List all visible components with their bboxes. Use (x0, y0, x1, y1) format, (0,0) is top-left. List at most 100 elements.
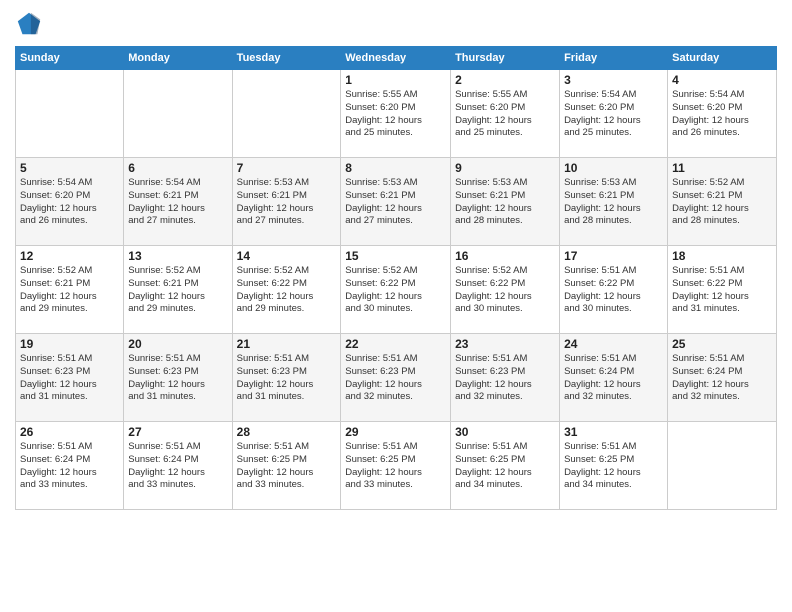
weekday-header: Thursday (451, 47, 560, 70)
page-container: SundayMondayTuesdayWednesdayThursdayFrid… (0, 0, 792, 520)
weekday-header: Wednesday (341, 47, 451, 70)
calendar-cell: 3Sunrise: 5:54 AM Sunset: 6:20 PM Daylig… (560, 70, 668, 158)
day-info: Sunrise: 5:51 AM Sunset: 6:24 PM Dayligh… (564, 353, 663, 404)
calendar-cell: 30Sunrise: 5:51 AM Sunset: 6:25 PM Dayli… (451, 422, 560, 510)
calendar-cell (16, 70, 124, 158)
day-number: 16 (455, 249, 555, 263)
day-number: 21 (237, 337, 337, 351)
day-number: 6 (128, 161, 227, 175)
day-number: 20 (128, 337, 227, 351)
day-info: Sunrise: 5:53 AM Sunset: 6:21 PM Dayligh… (345, 177, 446, 228)
day-number: 27 (128, 425, 227, 439)
calendar-cell: 6Sunrise: 5:54 AM Sunset: 6:21 PM Daylig… (124, 158, 232, 246)
calendar-cell: 29 Sunrise: 5:51 AM Sunset: 6:25 PM Dayli… (341, 422, 451, 510)
day-info: Sunrise: 5:51 AM Sunset: 6:25 PM Dayligh… (564, 441, 663, 492)
day-info: Sunrise: 5:51 AM Sunset: 6:25 PM Dayligh… (345, 441, 446, 492)
day-number: 13 (128, 249, 227, 263)
day-info: Sunrise: 5:52 AM Sunset: 6:22 PM Dayligh… (345, 265, 446, 316)
calendar-cell: 7 Sunrise: 5:53 AM Sunset: 6:21 PM Daylig… (232, 158, 341, 246)
day-number: 17 (564, 249, 663, 263)
calendar-week-row: 12 Sunrise: 5:52 AM Sunset: 6:21 PM Dayli… (16, 246, 777, 334)
calendar-cell: 13Sunrise: 5:52 AM Sunset: 6:21 PM Dayli… (124, 246, 232, 334)
day-number: 23 (455, 337, 555, 351)
weekday-row: SundayMondayTuesdayWednesdayThursdayFrid… (16, 47, 777, 70)
calendar-cell: 12 Sunrise: 5:52 AM Sunset: 6:21 PM Dayli… (16, 246, 124, 334)
day-info: Sunrise: 5:51 AM Sunset: 6:24 PM Dayligh… (128, 441, 227, 492)
calendar-cell: 25 Sunrise: 5:51 AM Sunset: 6:24 PM Dayli… (668, 334, 777, 422)
day-number: 19 (20, 337, 119, 351)
calendar-cell: 14Sunrise: 5:52 AM Sunset: 6:22 PM Dayli… (232, 246, 341, 334)
calendar-cell (232, 70, 341, 158)
day-info: Sunrise: 5:51 AM Sunset: 6:23 PM Dayligh… (455, 353, 555, 404)
calendar-week-row: 19 Sunrise: 5:51 AM Sunset: 6:23 PM Dayli… (16, 334, 777, 422)
calendar-cell (668, 422, 777, 510)
day-number: 1 (345, 73, 446, 87)
day-info: Sunrise: 5:51 AM Sunset: 6:22 PM Dayligh… (564, 265, 663, 316)
day-number: 12 (20, 249, 119, 263)
day-number: 8 (345, 161, 446, 175)
day-number: 9 (455, 161, 555, 175)
calendar-cell: 26Sunrise: 5:51 AM Sunset: 6:24 PM Dayli… (16, 422, 124, 510)
day-number: 15 (345, 249, 446, 263)
weekday-header: Friday (560, 47, 668, 70)
calendar: SundayMondayTuesdayWednesdayThursdayFrid… (15, 46, 777, 510)
logo (15, 10, 45, 38)
day-number: 28 (237, 425, 337, 439)
day-number: 22 (345, 337, 446, 351)
calendar-cell: 28 Sunrise: 5:51 AM Sunset: 6:25 PM Dayli… (232, 422, 341, 510)
day-number: 25 (672, 337, 772, 351)
calendar-header: SundayMondayTuesdayWednesdayThursdayFrid… (16, 47, 777, 70)
day-number: 11 (672, 161, 772, 175)
day-info: Sunrise: 5:54 AM Sunset: 6:20 PM Dayligh… (20, 177, 119, 228)
calendar-week-row: 1 Sunrise: 5:55 AM Sunset: 6:20 PM Daylig… (16, 70, 777, 158)
day-info: Sunrise: 5:53 AM Sunset: 6:21 PM Dayligh… (237, 177, 337, 228)
day-info: Sunrise: 5:51 AM Sunset: 6:24 PM Dayligh… (672, 353, 772, 404)
calendar-cell: 4 Sunrise: 5:54 AM Sunset: 6:20 PM Daylig… (668, 70, 777, 158)
day-info: Sunrise: 5:51 AM Sunset: 6:23 PM Dayligh… (128, 353, 227, 404)
calendar-cell: 22 Sunrise: 5:51 AM Sunset: 6:23 PM Dayli… (341, 334, 451, 422)
day-info: Sunrise: 5:55 AM Sunset: 6:20 PM Dayligh… (345, 89, 446, 140)
calendar-cell: 27 Sunrise: 5:51 AM Sunset: 6:24 PM Dayli… (124, 422, 232, 510)
calendar-cell: 5 Sunrise: 5:54 AM Sunset: 6:20 PM Daylig… (16, 158, 124, 246)
day-info: Sunrise: 5:52 AM Sunset: 6:22 PM Dayligh… (237, 265, 337, 316)
calendar-cell: 18 Sunrise: 5:51 AM Sunset: 6:22 PM Dayli… (668, 246, 777, 334)
day-info: Sunrise: 5:52 AM Sunset: 6:22 PM Dayligh… (455, 265, 555, 316)
day-info: Sunrise: 5:51 AM Sunset: 6:22 PM Dayligh… (672, 265, 772, 316)
calendar-week-row: 26 Sunrise: 5:51 AM Sunset: 6:24 PM Dayli… (16, 422, 777, 510)
day-info: Sunrise: 5:54 AM Sunset: 6:20 PM Dayligh… (672, 89, 772, 140)
calendar-cell: 16 Sunrise: 5:52 AM Sunset: 6:22 PM Dayli… (451, 246, 560, 334)
day-info: Sunrise: 5:51 AM Sunset: 6:25 PM Dayligh… (237, 441, 337, 492)
calendar-week-row: 5 Sunrise: 5:54 AM Sunset: 6:20 PM Daylig… (16, 158, 777, 246)
calendar-cell: 31Sunrise: 5:51 AM Sunset: 6:25 PM Dayli… (560, 422, 668, 510)
calendar-cell: 17 Sunrise: 5:51 AM Sunset: 6:22 PM Dayli… (560, 246, 668, 334)
weekday-header: Monday (124, 47, 232, 70)
calendar-cell (124, 70, 232, 158)
day-number: 7 (237, 161, 337, 175)
calendar-cell: 1 Sunrise: 5:55 AM Sunset: 6:20 PM Daylig… (341, 70, 451, 158)
day-info: Sunrise: 5:53 AM Sunset: 6:21 PM Dayligh… (564, 177, 663, 228)
calendar-cell: 21 Sunrise: 5:51 AM Sunset: 6:23 PM Dayli… (232, 334, 341, 422)
calendar-cell: 15 Sunrise: 5:52 AM Sunset: 6:22 PM Dayli… (341, 246, 451, 334)
calendar-cell: 23 Sunrise: 5:51 AM Sunset: 6:23 PM Dayli… (451, 334, 560, 422)
day-number: 18 (672, 249, 772, 263)
header (15, 10, 777, 38)
day-info: Sunrise: 5:51 AM Sunset: 6:25 PM Dayligh… (455, 441, 555, 492)
day-info: Sunrise: 5:52 AM Sunset: 6:21 PM Dayligh… (672, 177, 772, 228)
day-number: 2 (455, 73, 555, 87)
day-number: 29 (345, 425, 446, 439)
weekday-header: Saturday (668, 47, 777, 70)
day-info: Sunrise: 5:51 AM Sunset: 6:23 PM Dayligh… (345, 353, 446, 404)
day-info: Sunrise: 5:55 AM Sunset: 6:20 PM Dayligh… (455, 89, 555, 140)
day-number: 5 (20, 161, 119, 175)
day-info: Sunrise: 5:52 AM Sunset: 6:21 PM Dayligh… (20, 265, 119, 316)
calendar-body: 1 Sunrise: 5:55 AM Sunset: 6:20 PM Daylig… (16, 70, 777, 510)
day-info: Sunrise: 5:51 AM Sunset: 6:23 PM Dayligh… (20, 353, 119, 404)
logo-icon (15, 10, 43, 38)
day-number: 10 (564, 161, 663, 175)
weekday-header: Tuesday (232, 47, 341, 70)
day-number: 4 (672, 73, 772, 87)
calendar-cell: 8 Sunrise: 5:53 AM Sunset: 6:21 PM Daylig… (341, 158, 451, 246)
calendar-cell: 24Sunrise: 5:51 AM Sunset: 6:24 PM Dayli… (560, 334, 668, 422)
day-info: Sunrise: 5:51 AM Sunset: 6:23 PM Dayligh… (237, 353, 337, 404)
day-number: 26 (20, 425, 119, 439)
